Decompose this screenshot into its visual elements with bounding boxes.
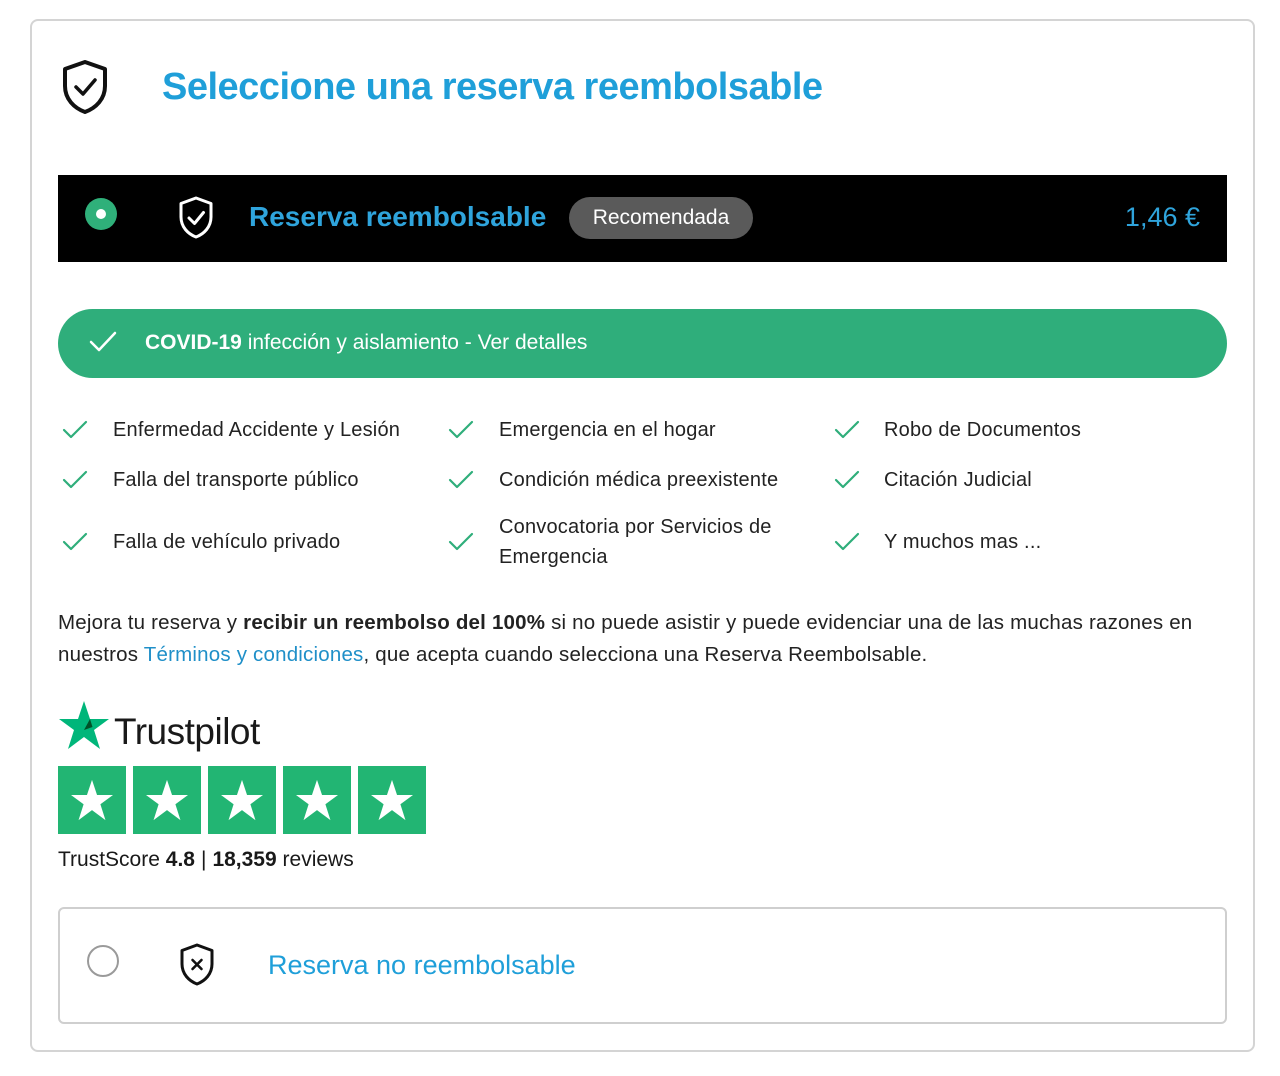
refundable-radio[interactable] xyxy=(85,198,117,230)
star-icon xyxy=(133,766,201,834)
trustpilot-logo: Trustpilot xyxy=(114,711,260,752)
refund-description: Mejora tu reserva y recibir un reembolso… xyxy=(58,611,1193,666)
check-icon xyxy=(62,420,88,439)
star-icon xyxy=(283,766,351,834)
feature-item: Y muchos mas ... xyxy=(884,531,1042,553)
feature-item: Robo de Documentos xyxy=(884,419,1082,441)
star-icon xyxy=(58,766,126,834)
non-refundable-radio[interactable] xyxy=(87,945,119,977)
feature-item: Condición médica preexistente xyxy=(499,469,779,491)
trustpilot-star-icon xyxy=(59,701,109,749)
shield-x-icon xyxy=(180,943,214,986)
recommended-badge: Recomendada xyxy=(569,197,753,239)
covid-details-link[interactable]: COVID-19 infección y aislamiento - Ver d… xyxy=(145,331,587,355)
non-refundable-option[interactable] xyxy=(58,907,1227,1024)
feature-item: Enfermedad Accidente y Lesión xyxy=(113,419,401,441)
check-icon xyxy=(834,532,860,551)
trustscore-summary: TrustScore 4.8 | 18,359 reviews xyxy=(58,848,354,871)
page-title: Seleccione una reserva reembolsable xyxy=(162,66,823,108)
check-icon xyxy=(448,470,474,489)
check-icon xyxy=(834,470,860,489)
shield-check-icon xyxy=(179,196,213,239)
check-icon xyxy=(448,532,474,551)
refundable-price: 1,46 € xyxy=(1124,202,1200,232)
trustpilot-rating-stars xyxy=(58,766,426,834)
feature-item: Citación Judicial xyxy=(884,469,1032,491)
star-icon xyxy=(208,766,276,834)
non-refundable-option-title: Reserva no reembolsable xyxy=(268,950,576,980)
check-icon xyxy=(62,532,88,551)
check-icon xyxy=(834,420,860,439)
feature-item: Convocatoria por Servicios de Emergencia xyxy=(499,516,772,568)
feature-item: Falla del transporte público xyxy=(113,469,359,491)
check-icon xyxy=(62,470,88,489)
feature-item: Falla de vehículo privado xyxy=(113,531,341,553)
star-icon xyxy=(358,766,426,834)
check-icon xyxy=(89,331,117,352)
terms-link[interactable]: Términos y condiciones xyxy=(144,643,364,666)
check-icon xyxy=(448,420,474,439)
feature-item: Emergencia en el hogar xyxy=(499,419,716,441)
shield-check-icon xyxy=(63,60,107,114)
refundable-option-title: Reserva reembolsable xyxy=(249,201,547,232)
